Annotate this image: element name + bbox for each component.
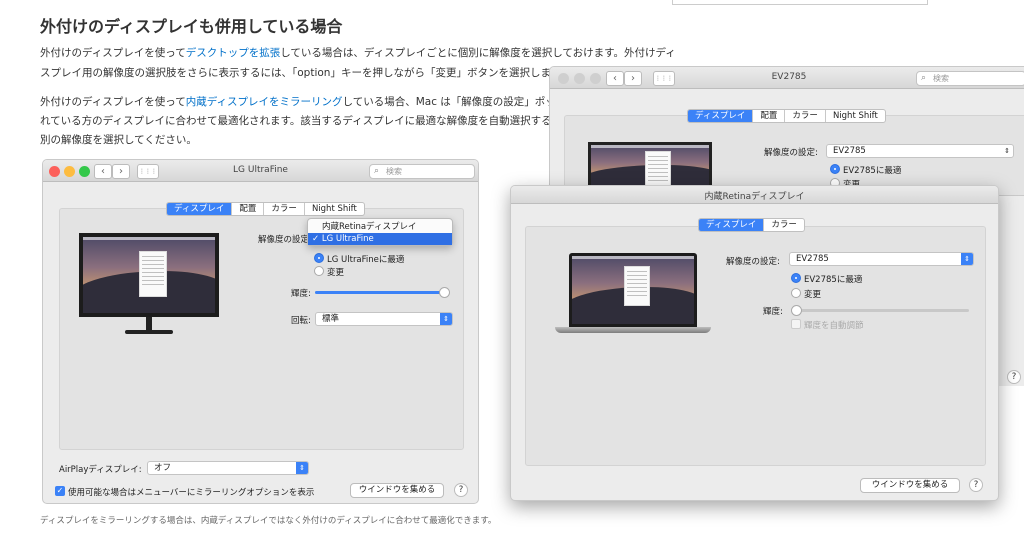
brightness-label: 輝度: xyxy=(763,307,783,317)
ev2785-window: ‹ › ⋮⋮⋮ EV2785 ⌕ 検索 ディスプレイ 配置 カラー Night S… xyxy=(549,66,1024,196)
brightness-slider-track[interactable] xyxy=(791,309,969,312)
search-placeholder: 検索 xyxy=(933,74,949,83)
resolution-dropdown-menu: 内蔵Retinaディスプレイ ✓ LG UltraFine xyxy=(307,218,453,246)
tab-night-shift[interactable]: Night Shift xyxy=(826,110,885,122)
auto-brightness-checkbox[interactable] xyxy=(791,319,801,329)
mirror-checkbox-label: 使用可能な場合はメニューバーにミラーリングオプションを表示 xyxy=(68,488,315,498)
titlebar: ‹ › ⋮⋮⋮ EV2785 ⌕ 検索 xyxy=(550,67,1024,89)
document-window xyxy=(139,251,167,297)
help-button[interactable]: ? xyxy=(969,478,983,492)
help-button[interactable]: ? xyxy=(454,483,468,497)
tab-night-shift[interactable]: Night Shift xyxy=(305,203,364,215)
extend-desktop-link[interactable]: デスクトップを拡張 xyxy=(186,47,281,59)
updown-icon: ⇕ xyxy=(440,313,452,325)
paragraph-1-line-1: 外付けのディスプレイを使ってデスクトップを拡張している場合は、ディスプレイごとに… xyxy=(40,42,676,64)
rotation-value: 標準 xyxy=(322,314,340,324)
tab-display[interactable]: ディスプレイ xyxy=(167,203,233,215)
search-input[interactable]: ⌕ 検索 xyxy=(916,71,1024,86)
menubar xyxy=(572,256,694,259)
tab-bar: ディスプレイ カラー xyxy=(698,218,805,232)
auto-brightness-label: 輝度を自動調節 xyxy=(804,321,864,331)
paragraph-2-line-3: 別の解像度を選択してください。 xyxy=(40,134,197,146)
search-icon: ⌕ xyxy=(374,166,380,176)
p1-text-a: 外付けのディスプレイを使って xyxy=(40,47,186,59)
window-title: 内蔵Retinaディスプレイ xyxy=(704,192,805,202)
radio-change[interactable] xyxy=(314,266,324,276)
checkmark-icon: ✓ xyxy=(312,234,320,244)
airplay-label: AirPlayディスプレイ: xyxy=(59,465,142,475)
brightness-slider-knob[interactable] xyxy=(439,287,450,298)
resolution-value: EV2785 xyxy=(796,254,829,264)
airplay-value: オフ xyxy=(154,463,172,473)
gather-windows-button[interactable]: ウインドウを集める xyxy=(860,478,960,493)
radio-change-label: 変更 xyxy=(327,268,345,278)
radio-optimal-label: EV2785に最適 xyxy=(843,166,902,176)
tab-arrangement[interactable]: 配置 xyxy=(232,203,265,215)
radio-optimal[interactable] xyxy=(830,164,840,174)
search-icon: ⌕ xyxy=(921,73,927,83)
brightness-slider-knob[interactable] xyxy=(791,305,802,316)
tab-color[interactable]: カラー xyxy=(764,219,804,231)
figure-caption: ディスプレイをミラーリングする場合は、内蔵ディスプレイではなく外付けのディスプレ… xyxy=(40,516,497,526)
brightness-label: 輝度: xyxy=(291,289,311,299)
updown-icon: ⇕ xyxy=(961,253,973,265)
laptop-screen-preview xyxy=(569,253,697,327)
gather-windows-button[interactable]: ウインドウを集める xyxy=(350,483,444,498)
dropdown-option-retina[interactable]: 内蔵Retinaディスプレイ xyxy=(308,221,452,233)
titlebar: ‹ › ⋮⋮⋮ LG UltraFine ⌕ 検索 xyxy=(43,160,478,182)
laptop-base xyxy=(555,327,711,333)
radio-change-label: 変更 xyxy=(804,290,822,300)
menubar xyxy=(591,145,709,148)
tab-display[interactable]: ディスプレイ xyxy=(699,219,765,231)
article-title: 外付けのディスプレイも併用している場合 xyxy=(40,17,343,36)
radio-optimal[interactable] xyxy=(314,253,324,263)
search-placeholder: 検索 xyxy=(386,167,402,176)
mirror-display-link[interactable]: 内蔵ディスプレイをミラーリング xyxy=(186,96,343,108)
help-button-ev[interactable]: ? xyxy=(1007,370,1021,384)
radio-optimal[interactable] xyxy=(791,273,801,283)
p1-text-b: している場合は、ディスプレイごとに個別に解像度を選択しておけます。外付けディ xyxy=(280,47,676,59)
p2-text-a: 外付けのディスプレイを使って xyxy=(40,96,186,108)
monitor-preview xyxy=(79,233,219,317)
tab-bar: ディスプレイ 配置 カラー Night Shift xyxy=(166,202,365,216)
resolution-label: 解像度の設定: xyxy=(726,257,780,267)
radio-optimal-label: EV2785に最適 xyxy=(804,275,863,285)
retina-display-window: 内蔵Retinaディスプレイ ディスプレイ カラー 解像度の設定: EV2785… xyxy=(510,185,999,501)
dropdown-option-lg-ultrafine[interactable]: ✓ LG UltraFine xyxy=(308,233,452,245)
updown-icon: ⇕ xyxy=(296,462,308,474)
menubar xyxy=(83,237,215,240)
rotation-label: 回転: xyxy=(291,316,311,326)
resolution-label: 解像度の設定: xyxy=(258,235,312,245)
tab-display[interactable]: ディスプレイ xyxy=(688,110,754,122)
tab-arrangement[interactable]: 配置 xyxy=(753,110,786,122)
radio-change[interactable] xyxy=(791,288,801,298)
titlebar: 内蔵Retinaディスプレイ xyxy=(511,186,998,204)
resolution-value: EV2785 xyxy=(833,146,866,156)
paragraph-1-line-2: スプレイ用の解像度の選択肢をさらに表示するには、「option」キーを押しながら… xyxy=(40,67,571,79)
tab-color[interactable]: カラー xyxy=(264,203,305,215)
document-window xyxy=(645,151,671,189)
mirror-checkbox[interactable]: ✓ xyxy=(55,486,65,496)
tab-color[interactable]: カラー xyxy=(785,110,826,122)
radio-optimal-label: LG UltraFineに最適 xyxy=(327,255,405,265)
lg-ultrafine-window: ‹ › ⋮⋮⋮ LG UltraFine ⌕ 検索 ディスプレイ 配置 カラー N… xyxy=(42,159,479,504)
updown-icon: ⇕ xyxy=(1004,147,1010,155)
top-box-fragment xyxy=(672,0,928,5)
monitor-stand-base xyxy=(125,330,173,334)
monitor-stand-neck xyxy=(146,317,152,331)
search-input[interactable]: ⌕ 検索 xyxy=(369,164,475,179)
resolution-select[interactable]: EV2785 ⇕ xyxy=(789,252,974,266)
document-window xyxy=(624,266,650,306)
rotation-select[interactable]: 標準 ⇕ xyxy=(315,312,453,326)
option-label: LG UltraFine xyxy=(321,234,374,244)
tab-bar: ディスプレイ 配置 カラー Night Shift xyxy=(687,109,886,123)
resolution-select[interactable]: EV2785 ⇕ xyxy=(826,144,1014,158)
brightness-slider-fill xyxy=(315,291,445,294)
airplay-select[interactable]: オフ ⇕ xyxy=(147,461,309,475)
resolution-label: 解像度の設定: xyxy=(764,148,818,158)
